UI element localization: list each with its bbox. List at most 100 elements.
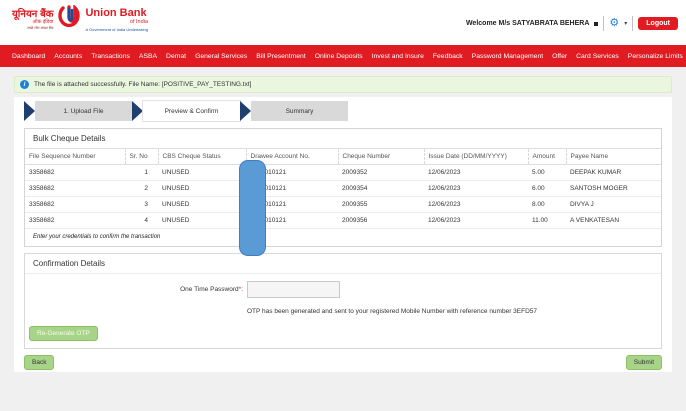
welcome-text: Welcome M/s SATYABRATA BEHERA	[466, 20, 589, 27]
nav-item-general-services[interactable]: General Services	[195, 53, 247, 60]
nav-item-transactions[interactable]: Transactions	[91, 53, 130, 60]
table-cell: 2	[125, 181, 158, 197]
step-arrow-icon	[24, 101, 35, 121]
column-header-issue-date-dd-mm-yyyy: Issue Date (DD/MM/YYYY)	[424, 149, 528, 165]
logo-hindi-tagline: अच्छे लोग अच्छा बैंक	[12, 27, 53, 31]
nav-item-personalize-limits[interactable]: Personalize Limits	[628, 53, 683, 60]
actions-row: Back Submit	[24, 355, 662, 370]
divider	[603, 16, 604, 31]
table-cell: 12/06/2023	[424, 213, 528, 229]
step-arrow-icon	[132, 101, 143, 121]
table-cell: 2009352	[338, 165, 424, 181]
column-header-cbs-cheque-status: CBS Cheque Status	[158, 149, 246, 165]
regenerate-otp-button[interactable]: Re-Generate OTP	[29, 326, 98, 341]
wizard-step-summary[interactable]: Summary	[251, 101, 348, 121]
logo-tagline: A Government of India Undertaking	[85, 28, 147, 32]
highlight-overlay	[239, 160, 266, 256]
table-body: 33586821UNUSED0200010121200935212/06/202…	[25, 165, 661, 229]
main-nav: Dashboard Accounts Transactions ASBA Demat Ge…	[0, 45, 686, 67]
table-cell: UNUSED	[158, 197, 246, 213]
nav-item-invest-and-insure[interactable]: Invest and Insure	[372, 53, 424, 60]
column-header-cheque-number: Cheque Number	[338, 149, 424, 165]
nav-item-demat[interactable]: Demat	[166, 53, 186, 60]
table-cell: 5.00	[528, 165, 566, 181]
table-header-row: File Sequence NumberSr. NoCBS Cheque Sta…	[25, 149, 661, 165]
step-arrow-icon	[240, 101, 251, 121]
nav-item-offer[interactable]: Offer	[552, 53, 567, 60]
otp-row: One Time Password*:	[25, 281, 661, 298]
table-cell: 12/06/2023	[424, 197, 528, 213]
table-cell: 2009355	[338, 197, 424, 213]
confirmation-title: Confirmation Details	[25, 254, 661, 274]
table-cell: 3358682	[25, 165, 125, 181]
wizard-steps: 1. Upload File Preview & Confirm Summary	[24, 101, 672, 121]
wizard-step-preview-confirm[interactable]: Preview & Confirm	[143, 101, 240, 121]
table-cell: 2009356	[338, 213, 424, 229]
otp-label: One Time Password*:	[25, 286, 243, 293]
user-cluster: Welcome M/s SATYABRATA BEHERA ⚙ ▾ Logout	[466, 16, 678, 31]
settings-caret-icon[interactable]: ▾	[624, 20, 627, 27]
nav-item-feedback[interactable]: Feedback	[433, 53, 463, 60]
table-cell: UNUSED	[158, 181, 246, 197]
nav-item-bill-presentment[interactable]: Bill Presentment	[256, 53, 306, 60]
nav-item-asba[interactable]: ASBA	[139, 53, 157, 60]
table-cell: 3358682	[25, 213, 125, 229]
table-row: 33586823UNUSED0200010121200935512/06/202…	[25, 197, 661, 213]
column-header-payee-name: Payee Name	[566, 149, 661, 165]
table-row: 33586824UNUSED0200010121200935612/06/202…	[25, 213, 661, 229]
table-cell: 3358682	[25, 197, 125, 213]
confirmation-section: Confirmation Details One Time Password*:…	[24, 253, 662, 349]
otp-label-colon: :	[241, 286, 243, 293]
table-cell: 6.00	[528, 181, 566, 197]
content-card: 1. Upload File Preview & Confirm Summary B…	[14, 97, 672, 372]
column-header-file-sequence-number: File Sequence Number	[25, 149, 125, 165]
logo-name: Union Bank	[85, 8, 147, 19]
table-cell: 12/06/2023	[424, 165, 528, 181]
back-button[interactable]: Back	[24, 355, 54, 370]
settings-gear-icon[interactable]: ⚙	[609, 18, 619, 29]
union-bank-logo: यूनियन बैंक ऑफ़ इंडिया अच्छे लोग अच्छा ब…	[12, 5, 148, 35]
alert-message: The file is attached successfully. File …	[34, 81, 251, 88]
table-cell: SANTOSH MOGER	[566, 181, 661, 197]
table-row: 33586822UNUSED0200010121200935412/06/202…	[25, 181, 661, 197]
nav-item-dashboard[interactable]: Dashboard	[12, 53, 45, 60]
table-cell: 3	[125, 197, 158, 213]
column-header-sr-no: Sr. No	[125, 149, 158, 165]
otp-message: OTP has been generated and sent to your …	[247, 308, 653, 315]
logo-hindi-sub: ऑफ़ इंडिया	[12, 20, 53, 25]
table-cell: DEEPAK KUMAR	[566, 165, 661, 181]
table-cell: 11.00	[528, 213, 566, 229]
credentials-note: Enter your credentials to confirm the tr…	[25, 229, 661, 246]
table-row: 33586821UNUSED0200010121200935212/06/202…	[25, 165, 661, 181]
table-cell: 8.00	[528, 197, 566, 213]
info-icon: i	[20, 80, 29, 89]
bulk-cheque-table: File Sequence NumberSr. NoCBS Cheque Sta…	[25, 148, 661, 229]
success-alert: i The file is attached successfully. Fil…	[14, 76, 672, 93]
table-cell: 4	[125, 213, 158, 229]
wizard-step-1-upload-file[interactable]: 1. Upload File	[35, 101, 132, 121]
divider	[632, 16, 633, 31]
logo-name-sub: of India	[85, 20, 147, 26]
otp-input[interactable]	[247, 281, 340, 298]
submit-button[interactable]: Submit	[626, 355, 662, 370]
bulk-cheque-title: Bulk Cheque Details	[25, 129, 661, 148]
table-cell: DIVYA J	[566, 197, 661, 213]
logout-button[interactable]: Logout	[638, 17, 678, 30]
nav-item-accounts[interactable]: Accounts	[54, 53, 82, 60]
table-cell: A VENKATESAN	[566, 213, 661, 229]
bulk-cheque-section: Bulk Cheque Details File Sequence Number…	[24, 128, 662, 247]
table-cell: UNUSED	[158, 165, 246, 181]
user-menu-indicator[interactable]	[594, 22, 598, 26]
table-cell: 1	[125, 165, 158, 181]
nav-item-online-deposits[interactable]: Online Deposits	[315, 53, 363, 60]
nav-item-password-management[interactable]: Password Management	[472, 53, 543, 60]
nav-item-card-services[interactable]: Card Services	[576, 53, 619, 60]
logo-hindi-text: यूनियन बैंक ऑफ़ इंडिया अच्छे लोग अच्छा ब…	[12, 10, 53, 31]
column-header-amount: Amount	[528, 149, 566, 165]
logo-english-text: Union Bank of India A Government of Indi…	[85, 8, 147, 32]
otp-label-text: One Time Password	[180, 286, 239, 293]
table-cell: UNUSED	[158, 213, 246, 229]
table-cell: 12/06/2023	[424, 181, 528, 197]
union-bank-emblem-icon	[57, 5, 81, 35]
table-cell: 3358682	[25, 181, 125, 197]
